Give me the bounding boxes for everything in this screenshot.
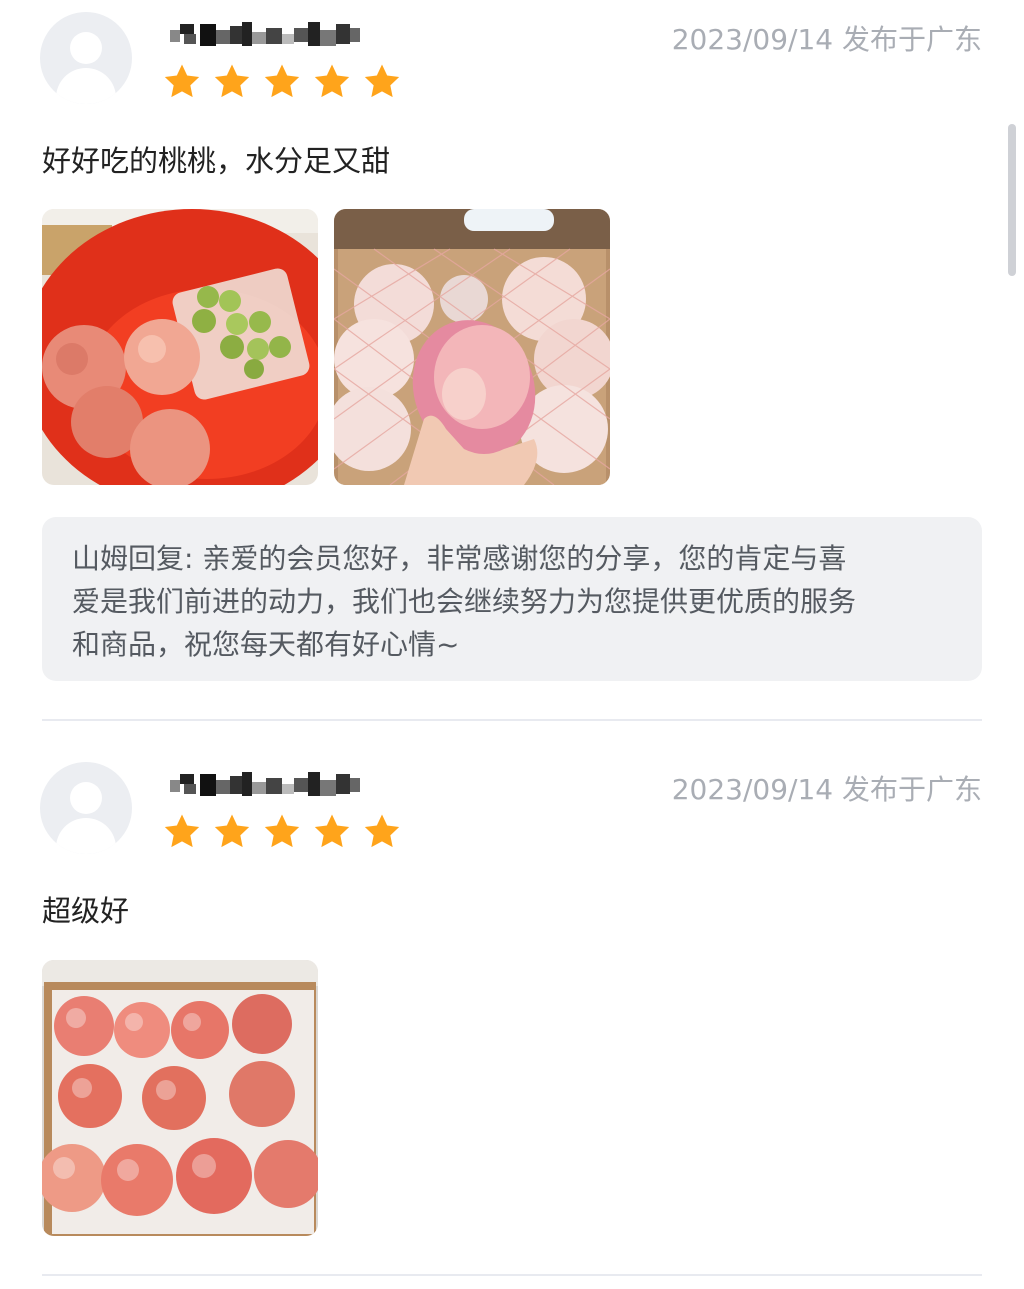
username-blurred	[170, 768, 360, 802]
review-item: 2023/09/14 发布于广东 超级好	[0, 722, 1024, 1289]
review-text: 超级好	[42, 894, 130, 928]
divider	[42, 719, 982, 721]
star-icon	[264, 64, 300, 98]
star-icon	[214, 64, 250, 98]
avatar[interactable]	[40, 12, 132, 104]
star-icon	[314, 814, 350, 848]
review-text: 好好吃的桃桃，水分足又甜	[42, 144, 391, 178]
star-icon	[314, 64, 350, 98]
review-location: 发布于广东	[841, 773, 982, 806]
star-rating	[162, 62, 402, 102]
review-photo[interactable]	[42, 209, 318, 485]
avatar[interactable]	[40, 762, 132, 854]
star-icon	[364, 814, 400, 848]
star-icon	[364, 64, 400, 98]
reply-line: 和商品，祝您每天都有好心情~	[72, 628, 460, 661]
merchant-reply: 山姆回复: 亲爱的会员您好，非常感谢您的分享，您的肯定与喜 爱是我们前进的动力，…	[42, 517, 982, 681]
username-blurred	[170, 18, 360, 52]
review-meta: 2023/09/14 发布于广东	[672, 768, 982, 808]
star-icon	[164, 814, 200, 848]
reply-line: 爱是我们前进的动力，我们也会继续努力为您提供更优质的服务	[72, 585, 857, 618]
review-photo[interactable]	[42, 960, 318, 1236]
review-location: 发布于广东	[841, 23, 982, 56]
star-rating	[162, 812, 402, 852]
scrollbar[interactable]	[1008, 124, 1016, 276]
reply-line: 山姆回复: 亲爱的会员您好，非常感谢您的分享，您的肯定与喜	[72, 542, 847, 575]
review-date: 2023/09/14	[671, 773, 834, 806]
review-item: 2023/09/14 发布于广东 好好吃的桃桃，水分足又甜 山姆回复: 亲爱的会…	[0, 0, 1024, 722]
divider	[42, 1274, 982, 1276]
review-photo[interactable]	[334, 209, 610, 485]
star-icon	[164, 64, 200, 98]
review-date: 2023/09/14	[671, 23, 834, 56]
review-meta: 2023/09/14 发布于广东	[672, 18, 982, 58]
star-icon	[264, 814, 300, 848]
star-icon	[214, 814, 250, 848]
